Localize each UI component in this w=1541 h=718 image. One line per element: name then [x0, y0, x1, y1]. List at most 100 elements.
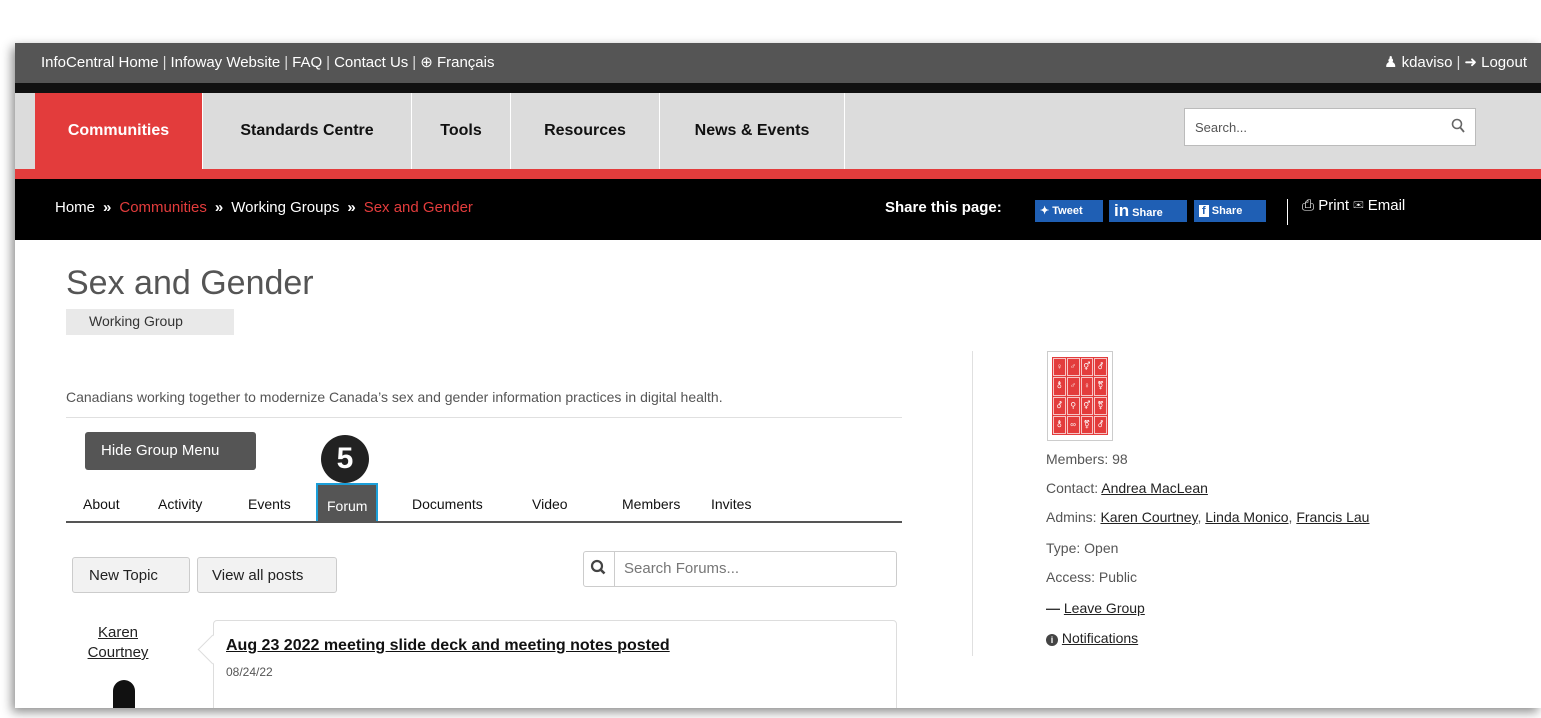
contact-us-link[interactable]: Contact Us: [334, 54, 408, 71]
type-row: Type: Open: [1046, 540, 1118, 556]
breadcrumb-home[interactable]: Home: [55, 199, 95, 216]
author-last-name: Courtney: [87, 644, 149, 661]
print-link[interactable]: Print: [1318, 197, 1349, 214]
members-label: Members:: [1046, 451, 1109, 467]
nav-news-events[interactable]: News & Events: [660, 93, 845, 169]
forum-search-placeholder: Search Forums...: [624, 560, 740, 577]
search-icon[interactable]: [584, 552, 615, 586]
new-topic-label: New Topic: [89, 567, 158, 584]
tab-invites[interactable]: Invites: [711, 496, 751, 512]
admin-link[interactable]: Francis Lau: [1296, 509, 1369, 525]
email-link[interactable]: Email: [1368, 197, 1406, 214]
infoway-website-link[interactable]: Infoway Website: [170, 54, 280, 71]
avatar: [113, 680, 135, 708]
group-tabs: About Activity Events Forum Documents Vi…: [66, 483, 902, 523]
tweet-button[interactable]: ✦ Tweet: [1035, 200, 1103, 222]
browser-page: InfoCentral Home | Infoway Website | FAQ | Con…: [15, 43, 1541, 708]
linkedin-icon: in: [1114, 201, 1130, 220]
tweet-label: Tweet: [1052, 205, 1083, 217]
breadcrumb-current: Sex and Gender: [363, 199, 473, 216]
linkedin-share-label: Share: [1132, 207, 1163, 219]
username-link[interactable]: kdaviso: [1402, 54, 1453, 71]
divider: [1287, 199, 1288, 225]
breadcrumb-working-groups[interactable]: Working Groups: [231, 199, 339, 216]
type-value: Open: [1084, 540, 1119, 556]
leave-group-link[interactable]: Leave Group: [1064, 600, 1145, 616]
new-topic-button[interactable]: New Topic: [72, 557, 190, 593]
logout-link[interactable]: Logout: [1481, 54, 1527, 71]
printer-icon: ⎙: [1302, 197, 1315, 214]
access-label: Access:: [1046, 569, 1096, 585]
post-date: 08/24/22: [226, 665, 273, 679]
hide-group-menu-label: Hide Group Menu: [101, 442, 220, 459]
tab-activity[interactable]: Activity: [158, 496, 202, 512]
admin-link[interactable]: Linda Monico: [1205, 509, 1288, 525]
facebook-share-button[interactable]: f Share: [1194, 200, 1266, 222]
tab-forum[interactable]: Forum: [316, 483, 379, 521]
user-icon: ♟: [1383, 54, 1398, 71]
forum-search-input[interactable]: Search Forums...: [583, 551, 897, 587]
members-count: Members: 98: [1046, 451, 1128, 467]
admins-label: Admins:: [1046, 509, 1097, 525]
share-label: Share this page:: [885, 199, 1002, 216]
twitter-icon: ✦: [1040, 205, 1050, 217]
site-search-input[interactable]: Search...: [1184, 108, 1476, 146]
forum-post-card: Aug 23 2022 meeting slide deck and meeti…: [197, 620, 897, 708]
logout-icon: ➜: [1464, 54, 1477, 71]
utility-links: InfoCentral Home | Infoway Website | FAQ | Con…: [41, 54, 495, 71]
infocentral-home-link[interactable]: InfoCentral Home: [41, 54, 159, 71]
notifications-link[interactable]: Notifications: [1062, 630, 1138, 646]
tab-events[interactable]: Events: [248, 496, 291, 512]
search-placeholder: Search...: [1195, 120, 1248, 135]
minus-icon: —: [1046, 600, 1060, 616]
admin-link[interactable]: Karen Courtney: [1100, 509, 1197, 525]
search-icon[interactable]: [1451, 118, 1465, 137]
linkedin-share-button[interactable]: in Share: [1109, 200, 1187, 222]
print-email-links: ⎙ Print ✉ Email: [1302, 197, 1405, 214]
info-icon: i: [1046, 634, 1058, 646]
type-label: Type:: [1046, 540, 1081, 556]
contact-label: Contact:: [1046, 480, 1099, 496]
nav-tools[interactable]: Tools: [412, 93, 511, 169]
nav-resources[interactable]: Resources: [511, 93, 660, 169]
hide-group-menu-button[interactable]: Hide Group Menu: [85, 432, 256, 470]
tab-about[interactable]: About: [83, 496, 120, 512]
group-logo: ♀ ♂ ⚥ ⚦ ⚨ ♂ ♀ ⚧ ⚦ ⚲ ⚥ ⚧ ⚨ ∞ ⚧ ⚦: [1047, 351, 1113, 441]
faq-link[interactable]: FAQ: [292, 54, 322, 71]
page-title: Sex and Gender: [66, 264, 314, 302]
globe-icon: ⊕: [420, 54, 433, 71]
email-icon: ✉: [1353, 197, 1364, 214]
contact-link[interactable]: Andrea MacLean: [1101, 480, 1208, 496]
nav-communities[interactable]: Communities: [35, 93, 203, 169]
facebook-icon: f: [1199, 205, 1209, 217]
tab-documents[interactable]: Documents: [412, 496, 483, 512]
author-first-name: Karen: [97, 624, 139, 641]
view-all-posts-label: View all posts: [212, 567, 304, 584]
tab-video[interactable]: Video: [532, 496, 568, 512]
group-type-badge: Working Group: [66, 309, 234, 335]
step-number-badge: 5: [321, 435, 369, 483]
tab-members[interactable]: Members: [622, 496, 680, 512]
access-row: Access: Public: [1046, 569, 1137, 585]
post-author-link[interactable]: Karen Courtney: [83, 623, 153, 663]
divider: [15, 83, 1541, 93]
post-title-link[interactable]: Aug 23 2022 meeting slide deck and meeti…: [226, 637, 670, 655]
gender-symbols-icon: ♀ ♂ ⚥ ⚦ ⚨ ♂ ♀ ⚧ ⚦ ⚲ ⚥ ⚧ ⚨ ∞ ⚧ ⚦: [1052, 357, 1108, 435]
view-all-posts-button[interactable]: View all posts: [197, 557, 337, 593]
speech-arrow: [197, 634, 228, 665]
leave-group-row: — Leave Group: [1046, 600, 1145, 616]
divider: [66, 417, 902, 418]
facebook-share-label: Share: [1211, 205, 1243, 217]
admins-row: Admins: Karen Courtney, Linda Monico, Fr…: [1046, 509, 1370, 525]
breadcrumb-communities[interactable]: Communities: [119, 199, 207, 216]
access-value: Public: [1098, 569, 1138, 585]
divider: [972, 351, 973, 656]
user-links: ♟ kdaviso | ➜ Logout: [1383, 54, 1527, 71]
francais-link[interactable]: Français: [437, 54, 495, 71]
notifications-row: i Notifications: [1046, 630, 1138, 646]
members-value: 98: [1112, 451, 1128, 467]
group-description: Canadians working together to modernize …: [66, 389, 723, 405]
breadcrumb: Home» Communities» Working Groups» Sex and …: [55, 199, 473, 216]
contact-row: Contact: Andrea MacLean: [1046, 480, 1208, 496]
nav-standards-centre[interactable]: Standards Centre: [203, 93, 412, 169]
